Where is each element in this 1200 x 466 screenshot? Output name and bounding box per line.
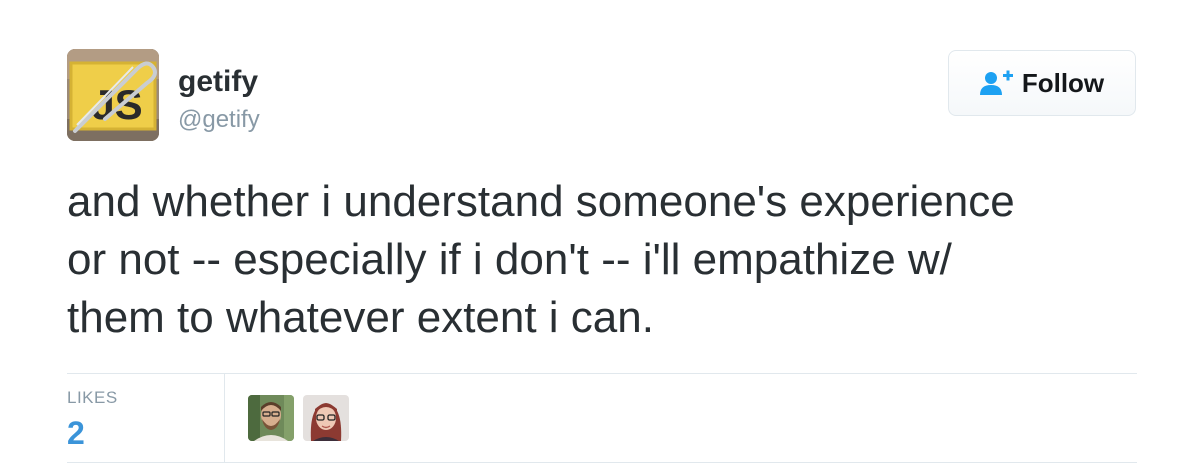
- likes-count[interactable]: 2: [67, 414, 85, 452]
- author-screen-name[interactable]: @getify: [178, 105, 260, 135]
- stats-divider-vertical: [224, 374, 225, 462]
- author-avatar[interactable]: JS: [67, 49, 159, 141]
- stats-divider-bottom: [67, 462, 1137, 463]
- add-user-icon: [979, 70, 1014, 96]
- tweet-text: and whether i understand someone's exper…: [67, 173, 1167, 347]
- likes-label[interactable]: LIKES: [67, 388, 118, 408]
- tweet-text-line: and whether i understand someone's exper…: [67, 177, 1015, 226]
- woman-with-glasses-avatar-icon: [303, 395, 349, 441]
- bearded-man-avatar-icon: [248, 395, 294, 441]
- liker-avatar[interactable]: [303, 395, 349, 441]
- tweet-card: { "author": { "display_name": "getify", …: [0, 0, 1200, 466]
- js-safety-pin-avatar-icon: JS: [67, 49, 159, 141]
- tweet-text-line: or not -- especially if i don't -- i'll …: [67, 235, 952, 284]
- liker-avatar[interactable]: [248, 395, 294, 441]
- tweet-text-line: them to whatever extent i can.: [67, 293, 654, 342]
- stats-divider-top: [67, 373, 1137, 374]
- follow-button-label: Follow: [1021, 68, 1105, 98]
- author-display-name[interactable]: getify: [178, 64, 258, 100]
- follow-button[interactable]: Follow: [948, 50, 1136, 116]
